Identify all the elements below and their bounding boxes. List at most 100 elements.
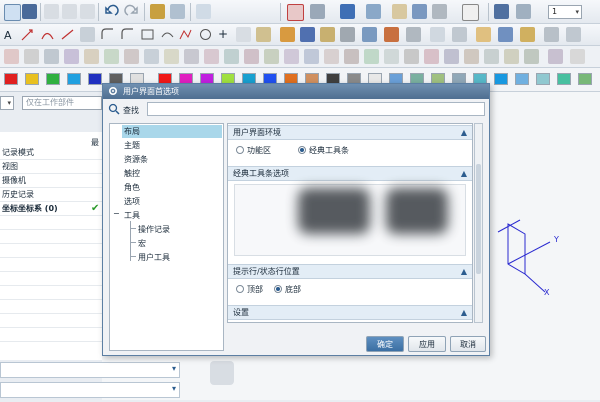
- midpoint-icon[interactable]: [264, 49, 279, 64]
- display-constraint-icon[interactable]: [344, 49, 359, 64]
- fix-icon[interactable]: [224, 49, 239, 64]
- navigator-row[interactable]: [0, 328, 102, 342]
- perpendicular-icon[interactable]: [104, 49, 119, 64]
- offset-icon[interactable]: [406, 27, 421, 42]
- section-icon[interactable]: [544, 27, 559, 42]
- extract-icon[interactable]: [256, 27, 271, 42]
- cancel-button[interactable]: 取消: [450, 336, 486, 352]
- pattern-icon[interactable]: [452, 27, 467, 42]
- mirror-icon[interactable]: [430, 27, 445, 42]
- concentric-icon[interactable]: [284, 49, 299, 64]
- chamfer-icon[interactable]: [384, 27, 399, 42]
- section-settings[interactable]: 设置 ▲: [228, 305, 472, 320]
- parallel-icon[interactable]: [84, 49, 99, 64]
- tree-item-journal[interactable]: 操作记录: [138, 224, 170, 235]
- revolve-icon[interactable]: [300, 27, 315, 42]
- sketch-icon[interactable]: [20, 27, 35, 42]
- fillet-icon[interactable]: [80, 27, 95, 42]
- copy-icon[interactable]: [62, 4, 77, 19]
- navigator-row[interactable]: 摄像机: [0, 174, 102, 188]
- relation-icon[interactable]: [324, 49, 339, 64]
- color-swatch[interactable]: [25, 73, 39, 85]
- navigator-row[interactable]: 视图: [0, 160, 102, 174]
- point-icon[interactable]: +: [218, 27, 228, 41]
- sew-icon[interactable]: [520, 27, 535, 42]
- constraint-icon[interactable]: [44, 49, 59, 64]
- arc-icon[interactable]: [40, 27, 55, 42]
- lighting-icon[interactable]: [392, 4, 407, 19]
- scrollbar-thumb[interactable]: [476, 164, 481, 274]
- tree-item-theme[interactable]: 主题: [124, 140, 140, 151]
- scale-icon[interactable]: [464, 49, 479, 64]
- find-input[interactable]: [147, 102, 485, 116]
- paste-icon[interactable]: [80, 4, 95, 19]
- color-swatch[interactable]: [88, 73, 102, 85]
- save-icon[interactable]: [22, 4, 37, 19]
- select-icon[interactable]: [196, 4, 211, 19]
- measure-icon[interactable]: [566, 27, 581, 42]
- blend-icon[interactable]: [362, 27, 377, 42]
- thicken-icon[interactable]: [498, 27, 513, 42]
- navigator-row[interactable]: [0, 314, 102, 328]
- type-filter-combo[interactable]: ▾: [0, 96, 14, 110]
- animate-icon[interactable]: [484, 49, 499, 64]
- navigator-row[interactable]: [0, 244, 102, 258]
- collinear-icon[interactable]: [304, 49, 319, 64]
- alternate-icon[interactable]: [404, 49, 419, 64]
- cut-icon[interactable]: [44, 4, 59, 19]
- color-swatch[interactable]: [46, 73, 60, 85]
- color-swatch[interactable]: [578, 73, 592, 85]
- fit-view-icon[interactable]: [287, 4, 304, 21]
- navigator-row[interactable]: [0, 300, 102, 314]
- angle-icon[interactable]: [64, 49, 79, 64]
- new-file-icon[interactable]: [4, 4, 21, 21]
- auto-constraint-icon[interactable]: [364, 49, 379, 64]
- convert-icon[interactable]: [384, 49, 399, 64]
- line-icon[interactable]: [60, 27, 75, 42]
- tree-item-user-tools[interactable]: 用户工具: [138, 252, 170, 263]
- color-swatch[interactable]: [494, 73, 508, 85]
- radio-bottom[interactable]: 底部: [274, 284, 301, 295]
- reference-icon[interactable]: [444, 49, 459, 64]
- tree-item-options[interactable]: 选项: [124, 196, 140, 207]
- navigator-row[interactable]: [0, 286, 102, 300]
- tree-item-macro[interactable]: 宏: [138, 238, 146, 249]
- edge-display-icon[interactable]: [412, 4, 427, 19]
- section-ui-environment[interactable]: 用户界面环境 ▲: [228, 125, 472, 140]
- color-swatch[interactable]: [515, 73, 529, 85]
- tree-item-tools[interactable]: 工具: [124, 210, 140, 221]
- curve-icon[interactable]: [100, 27, 115, 42]
- dialog-titlebar[interactable]: 用户界面首选项: [103, 84, 489, 99]
- corner-icon[interactable]: [120, 27, 135, 42]
- scope-filter-combo[interactable]: 仅在工作部件: [22, 96, 102, 110]
- circle-icon[interactable]: [198, 27, 213, 42]
- polyline-icon[interactable]: [178, 27, 193, 42]
- layer-icon[interactable]: [432, 4, 447, 19]
- driving-icon[interactable]: [424, 49, 439, 64]
- spline-icon[interactable]: [160, 27, 175, 42]
- text-tool-icon[interactable]: A: [4, 29, 12, 42]
- radio-button[interactable]: [274, 285, 282, 293]
- tree-item-touch[interactable]: 触控: [124, 168, 140, 179]
- color-swatch[interactable]: [557, 73, 571, 85]
- color-swatch[interactable]: [4, 73, 18, 85]
- tree-item-layout[interactable]: 布局: [124, 126, 140, 137]
- color-swatch[interactable]: [536, 73, 550, 85]
- color-icon[interactable]: [462, 4, 479, 21]
- coincident-icon[interactable]: [144, 49, 159, 64]
- undo-icon[interactable]: [104, 4, 119, 19]
- navigator-row[interactable]: [0, 258, 102, 272]
- section-hint-line-position[interactable]: 提示行/状态行位置 ▲: [228, 264, 472, 279]
- navigator-row[interactable]: 记录模式: [0, 146, 102, 160]
- orient-sketch-icon[interactable]: [548, 49, 563, 64]
- vertical-icon[interactable]: [204, 49, 219, 64]
- radio-ribbon[interactable]: 功能区: [236, 145, 271, 156]
- ok-button[interactable]: 确定: [366, 336, 404, 352]
- tangent-icon[interactable]: [124, 49, 139, 64]
- navigator-row[interactable]: 历史记录: [0, 188, 102, 202]
- panel-scrollbar[interactable]: [474, 123, 483, 323]
- navigator-row[interactable]: [0, 216, 102, 230]
- format-icon[interactable]: [150, 4, 165, 19]
- symmetric-icon[interactable]: [244, 49, 259, 64]
- tree-item-role[interactable]: 角色: [124, 182, 140, 193]
